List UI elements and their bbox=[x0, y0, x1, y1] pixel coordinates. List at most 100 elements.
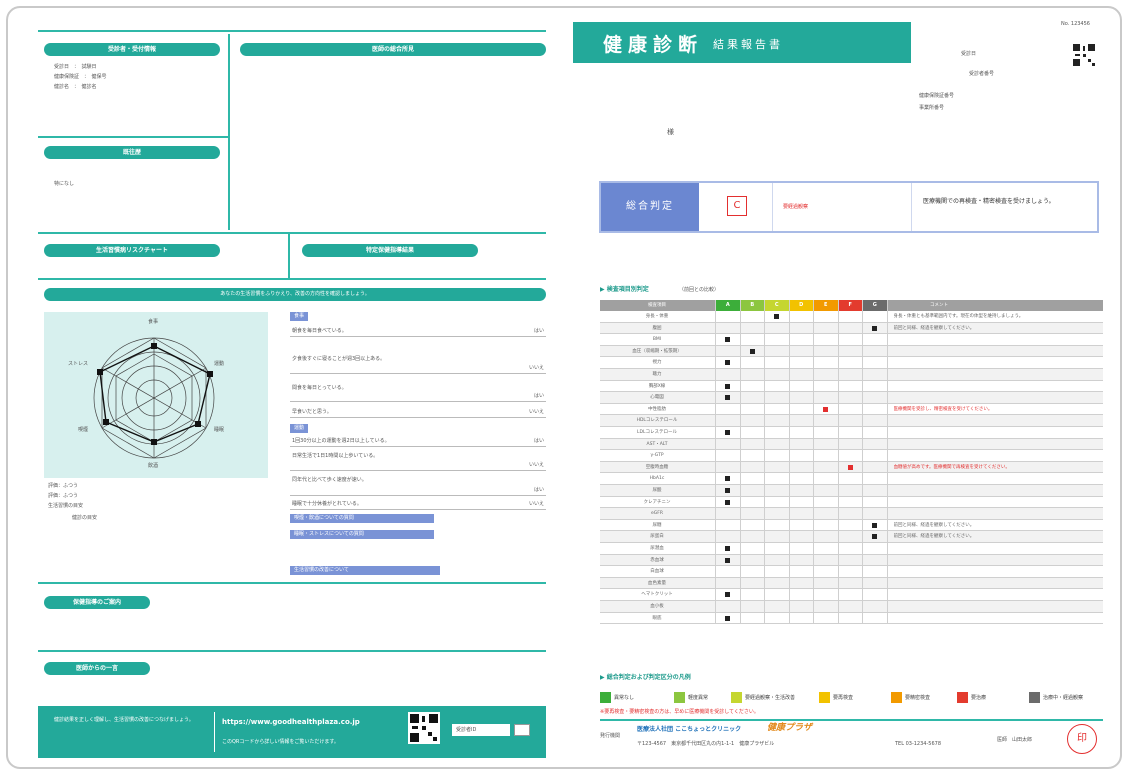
radar-chart-panel: 食事 運動 睡眠 飲酒 喫煙 ストレス bbox=[44, 312, 268, 478]
row-item-label: BMI bbox=[652, 337, 662, 343]
table-row: LDLコレステロール bbox=[600, 427, 1103, 439]
row-item-label: 腹囲 bbox=[652, 325, 662, 331]
radar-note-3: 生活習慣の目安 bbox=[48, 503, 84, 509]
grade-mark bbox=[725, 499, 731, 505]
table-row: ヘマトクリット bbox=[600, 589, 1103, 601]
row-item-label: 血小板 bbox=[650, 604, 664, 609]
table-row: eGFR bbox=[600, 508, 1103, 520]
radar-note-1: 評価：ふつう bbox=[48, 483, 84, 489]
corner-code: No. 123456 bbox=[1061, 21, 1090, 27]
footer-small-text: このQRコードから詳しい情報をご覧いただけます。 bbox=[222, 739, 339, 745]
radar-chart bbox=[93, 337, 215, 459]
overall-grade-text: 要経過観察 bbox=[783, 204, 809, 210]
legend-label: 軽度異常 bbox=[688, 695, 709, 701]
qr-code-icon bbox=[1073, 44, 1095, 66]
grade-mark bbox=[725, 430, 731, 435]
table-row: 腹囲 前回と同様、経過を観察してください。 bbox=[600, 322, 1103, 335]
table-row: 血小板 bbox=[600, 601, 1103, 613]
legend-label: 要経過観察・生活改善 bbox=[745, 695, 796, 701]
grade-mark bbox=[823, 406, 829, 412]
legend-heading: ▶ 総合判定および判定区分の凡例 bbox=[600, 674, 691, 681]
grade-header-a: A bbox=[716, 300, 740, 311]
legend-label: 治療中・経過観察 bbox=[1043, 695, 1084, 701]
table-column-separator bbox=[788, 300, 790, 625]
issuer-tel: TEL 03-1234-5678 bbox=[895, 741, 942, 747]
meta-exam-date: 受診日 bbox=[961, 51, 977, 57]
question-row: 間食を毎日とっている。 はい bbox=[290, 382, 546, 402]
row-item-label: LDLコレステロール bbox=[637, 430, 677, 435]
table-column-separator bbox=[739, 300, 741, 625]
question-row: 睡眠で十分休養がとれている。 いいえ bbox=[290, 498, 546, 510]
table-column-separator bbox=[837, 300, 839, 625]
issuer-name: 医療法人社団 ここちょっとクリニック bbox=[637, 726, 742, 733]
divider bbox=[38, 136, 228, 138]
divider bbox=[288, 234, 290, 278]
radar-label-drinking: 飲酒 bbox=[148, 463, 159, 469]
grade-mark bbox=[725, 546, 731, 551]
table-row: 胸部X線 bbox=[600, 381, 1103, 393]
footer-url[interactable]: https://www.goodhealthplaza.co.jp bbox=[222, 718, 360, 726]
grade-mark bbox=[872, 534, 878, 540]
question-row: 朝食を毎日食べている。 はい bbox=[290, 325, 546, 337]
meta-exam-number: 受診者番号 bbox=[969, 71, 995, 77]
grade-header-d: D bbox=[789, 300, 813, 311]
table-row: 身長・体重 身長・体重とも基準範囲内です。現在の体型を維持しましょう。 bbox=[600, 311, 1103, 323]
legend-label: 要再検査 bbox=[833, 695, 854, 701]
row-item-label: 身長・体重 bbox=[645, 314, 669, 319]
footer-qr-code[interactable] bbox=[408, 712, 440, 744]
question-row: 1回30分以上の運動を週2日以上している。 はい bbox=[290, 435, 546, 447]
legend-item-c: 要経過観察・生活改善 bbox=[731, 692, 795, 704]
grade-mark bbox=[872, 522, 878, 528]
legend-swatch bbox=[819, 692, 830, 703]
row-item-label: HbA1c bbox=[649, 476, 665, 482]
section-history: 既往歴 bbox=[44, 146, 220, 159]
right-qr-code bbox=[1073, 44, 1095, 66]
issuer-brand: 健康プラザ bbox=[767, 723, 813, 733]
grade-header-b: B bbox=[740, 300, 764, 311]
radar-note-2: 評価：ふつう bbox=[48, 493, 79, 499]
report-title: 健康診断 bbox=[603, 34, 704, 56]
table-row: 赤血球 bbox=[600, 554, 1103, 567]
row-comment: 前回と同様、経過を観察してください。 bbox=[893, 522, 975, 528]
section-risk-chart: 生活習慣病リスクチャート bbox=[44, 244, 220, 257]
row-item-label: 尿潜血 bbox=[650, 546, 664, 551]
grade-header-c: C bbox=[765, 300, 789, 311]
grade-mark bbox=[725, 337, 731, 343]
table-row: 視力 bbox=[600, 357, 1103, 369]
doctor-name: 医師 山田太郎 bbox=[997, 737, 1033, 743]
divider bbox=[600, 719, 1103, 721]
question-row: 日常生活で1日1時間以上歩いている。 いいえ bbox=[290, 450, 546, 471]
col-header-item: 検査項目 bbox=[648, 303, 666, 308]
radar-label-smoking: 喫煙 bbox=[78, 427, 89, 433]
grade-header-e: E bbox=[814, 300, 838, 311]
question-row: 早食いだと思う。 いいえ bbox=[290, 406, 546, 418]
table-row: 血色素量 bbox=[600, 577, 1103, 590]
table-row: 血圧（収縮期・拡張期） bbox=[600, 345, 1103, 358]
table-row: HDLコレステロール bbox=[600, 415, 1103, 427]
table-row: HbA1c bbox=[600, 473, 1103, 485]
row-item-label: ヘマトクリット bbox=[641, 592, 673, 598]
table-column-separator bbox=[715, 300, 716, 625]
row-item-label: γ-GTP bbox=[650, 453, 664, 459]
table-row: クレアチニン bbox=[600, 497, 1103, 509]
report-title-bar: 健康診断 結果報告書 bbox=[573, 22, 911, 63]
row-item-label: クレアチニン bbox=[643, 499, 671, 505]
row-item-label: 胸部X線 bbox=[648, 383, 666, 389]
grade-mark bbox=[725, 592, 731, 598]
grade-mark bbox=[774, 314, 780, 319]
table-row: 尿糖 前回と同様、経過を観察してください。 bbox=[600, 520, 1103, 532]
legend-swatch bbox=[1029, 692, 1040, 703]
grade-mark bbox=[725, 488, 731, 493]
section-guidance: 特定保健指導結果 bbox=[302, 244, 478, 257]
legend-item-a: 異常なし bbox=[600, 692, 634, 704]
row-item-label: 尿蛋白 bbox=[650, 534, 664, 540]
row-item-label: 眼底 bbox=[652, 615, 662, 621]
meta-office-number: 事業所番号 bbox=[919, 105, 945, 111]
qr-code-icon bbox=[410, 714, 438, 742]
grade-mark bbox=[749, 348, 755, 354]
legend-label: 異常なし bbox=[614, 695, 635, 701]
results-table: 検査項目 コメント ABCDEFG 身長・体重 身長・体重とも基準範囲内です。現在… bbox=[600, 300, 1103, 625]
row-item-label: 血色素量 bbox=[648, 580, 666, 586]
row-comment: 身長・体重とも基準範囲内です。現在の体型を維持しましょう。 bbox=[893, 314, 1024, 319]
legend-label: 要治療 bbox=[971, 695, 987, 701]
